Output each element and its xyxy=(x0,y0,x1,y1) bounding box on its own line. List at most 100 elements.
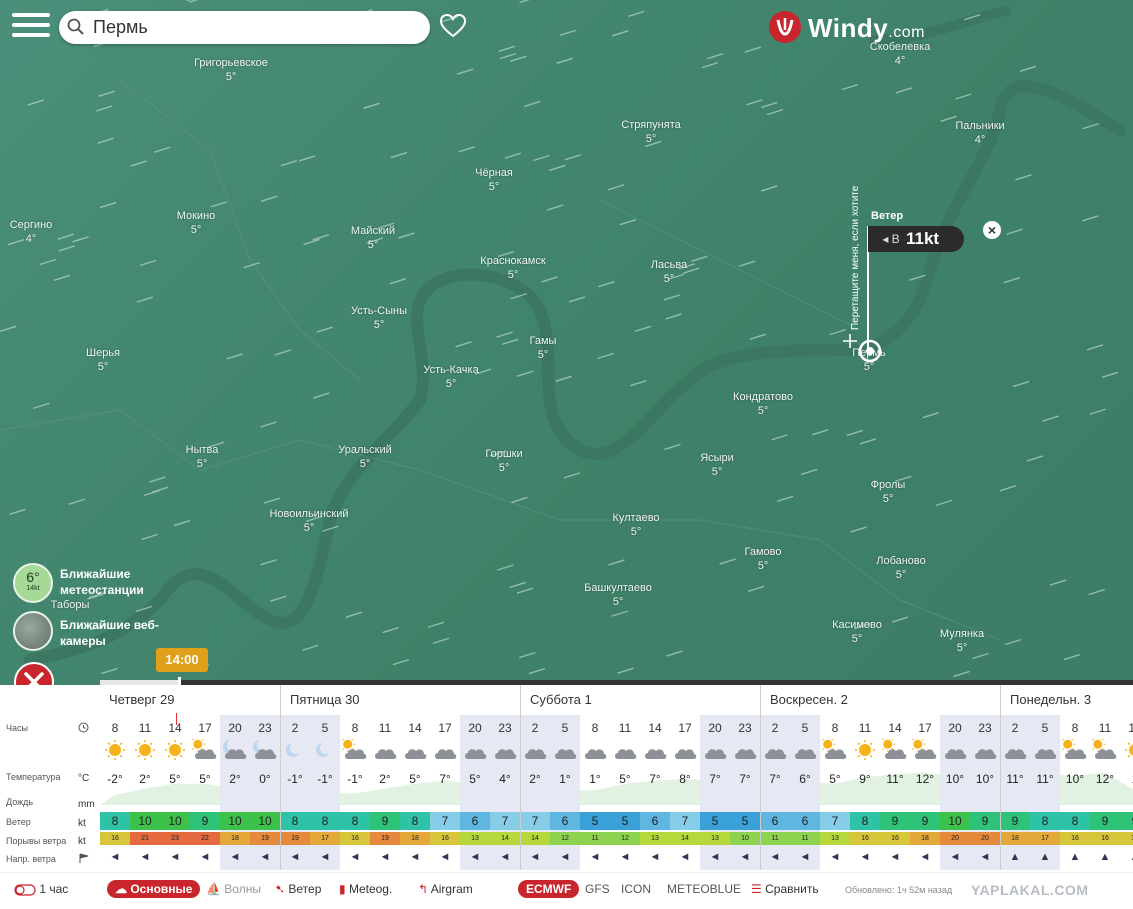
forecast-column[interactable]: 8 5° 7 13 ◄ xyxy=(820,715,850,870)
forecast-column[interactable]: 23 4° 7 14 ◄ xyxy=(490,715,520,870)
city-label[interactable]: Ясыри 5° xyxy=(700,451,734,479)
forecast-column[interactable]: 11 12° 9 16 ▲ xyxy=(1090,715,1120,870)
forecast-column[interactable]: 17 7° 7 16 ◄ xyxy=(430,715,460,870)
forecast-column[interactable]: 17 8° 7 14 ◄ xyxy=(670,715,700,870)
forecast-column[interactable]: 23 0° 10 19 ◄ xyxy=(250,715,280,870)
city-label[interactable]: Сергино 4° xyxy=(10,218,53,246)
forecast-column[interactable]: 2 7° 6 11 ◄ xyxy=(760,715,790,870)
model-ecmwf[interactable]: ECMWF xyxy=(518,880,580,898)
day-header[interactable]: Воскресен. 2 xyxy=(760,685,1000,715)
city-label[interactable]: Касимово 5° xyxy=(832,618,882,646)
unit-gusts[interactable]: kt xyxy=(78,836,86,847)
forecast-column[interactable]: 11 5° 5 12 ◄ xyxy=(610,715,640,870)
tab-airgram[interactable]: ↰ Airgram xyxy=(418,882,473,896)
tab-wind[interactable]: ➷ Ветер xyxy=(275,882,321,896)
city-label[interactable]: Мулянка 5° xyxy=(940,627,984,655)
city-label[interactable]: Фролы 5° xyxy=(871,478,906,506)
forecast-column[interactable]: 5 -1° 8 17 ◄ xyxy=(310,715,340,870)
model-gfs[interactable]: GFS xyxy=(585,882,610,896)
interval-toggle[interactable]: 1 час xyxy=(14,882,68,896)
windy-logo[interactable]: Windy.com xyxy=(768,10,924,44)
location-picker-icon[interactable] xyxy=(857,338,883,364)
forecast-grid[interactable]: 8 -2° 8 16 ◄ 11 2° 10 21 ◄ 14 5° 10 23 ◄ 17 5° 9 22 ◄ 20 2° 10… xyxy=(100,715,1133,870)
city-label[interactable]: Башкултаево 5° xyxy=(584,581,652,609)
forecast-column[interactable]: 5 11° 8 17 ▲ xyxy=(1030,715,1060,870)
city-label[interactable]: Горшки 5° xyxy=(485,447,522,475)
forecast-column[interactable]: 14 11° 9 16 ◄ xyxy=(880,715,910,870)
unit-wind[interactable]: kt xyxy=(78,818,86,829)
compare-button[interactable]: ☰ Сравнить xyxy=(751,882,819,896)
forecast-column[interactable]: 5 6° 6 11 ◄ xyxy=(790,715,820,870)
city-label[interactable]: Усть-Сыны 5° xyxy=(351,304,407,332)
forecast-column[interactable]: 23 7° 5 10 ◄ xyxy=(730,715,760,870)
favorite-heart-icon[interactable] xyxy=(440,14,466,38)
search-box[interactable] xyxy=(59,11,430,44)
close-forecast-button[interactable] xyxy=(14,662,54,685)
city-label[interactable]: Кондратово 5° xyxy=(733,390,793,418)
tab-basic[interactable]: ☁ Основные xyxy=(107,880,201,898)
city-label[interactable]: Чёрная 5° xyxy=(475,166,513,194)
forecast-column[interactable]: 5 1° 6 12 ◄ xyxy=(550,715,580,870)
forecast-column[interactable]: 23 10° 9 20 ◄ xyxy=(970,715,1000,870)
wind-popup[interactable]: ◂ В 11kt xyxy=(868,226,964,252)
city-label[interactable]: Гамы 5° xyxy=(530,334,557,362)
city-label[interactable]: Мокино 5° xyxy=(177,209,216,237)
city-label[interactable]: Гамово 5° xyxy=(745,545,782,573)
city-label[interactable]: Краснокамск 5° xyxy=(480,254,545,282)
city-label[interactable]: Скобелевка 4° xyxy=(870,40,930,68)
forecast-column[interactable]: 20 7° 5 13 ◄ xyxy=(700,715,730,870)
city-label[interactable]: Стряпунята 5° xyxy=(621,118,680,146)
city-label[interactable]: Уральский 5° xyxy=(338,443,391,471)
forecast-column[interactable]: 14 7° 6 13 ◄ xyxy=(640,715,670,870)
forecast-column[interactable]: 17 5° 9 22 ◄ xyxy=(190,715,220,870)
city-label[interactable]: Пальники 4° xyxy=(955,119,1004,147)
city-label[interactable]: Нытва 5° xyxy=(186,443,219,471)
tab-meteogram[interactable]: ▮ Meteog. xyxy=(339,882,392,896)
day-header[interactable]: Пятница 30 xyxy=(280,685,520,715)
forecast-column[interactable]: 17 12° 9 18 ◄ xyxy=(910,715,940,870)
forecast-column[interactable]: 8 10° 8 16 ▲ xyxy=(1060,715,1090,870)
model-icon[interactable]: ICON xyxy=(621,882,651,896)
webcam-button[interactable] xyxy=(13,611,53,651)
webcams-label[interactable]: Ближайшие веб-камеры xyxy=(60,617,159,649)
city-label[interactable]: Шерья 5° xyxy=(86,346,120,374)
day-header[interactable]: Четверг 29 xyxy=(100,685,280,715)
forecast-column[interactable]: 20 10° 10 20 ◄ xyxy=(940,715,970,870)
city-label[interactable]: Новоильинский 5° xyxy=(269,507,348,535)
unit-rain[interactable]: mm xyxy=(78,799,95,810)
stations-label[interactable]: Ближайшие метеостанции xyxy=(60,566,144,598)
forecast-column[interactable]: 14 5° 8 18 ◄ xyxy=(400,715,430,870)
city-label[interactable]: Усть-Качка 5° xyxy=(423,363,478,391)
move-icon[interactable] xyxy=(843,334,857,348)
forecast-column[interactable]: 2 2° 7 14 ◄ xyxy=(520,715,550,870)
city-label[interactable]: Култаево 5° xyxy=(612,511,659,539)
forecast-column[interactable]: 11 9° 8 16 ◄ xyxy=(850,715,880,870)
day-header[interactable]: Понедельн. 3 xyxy=(1000,685,1133,715)
city-label[interactable]: Таборы xyxy=(51,598,90,612)
city-label[interactable]: Григорьевское 5° xyxy=(194,56,268,84)
forecast-column[interactable]: 14 1 9 16 ▲ xyxy=(1120,715,1133,870)
close-picker-icon[interactable]: × xyxy=(983,221,1001,239)
time-badge[interactable]: 14:00 xyxy=(156,648,208,672)
city-label[interactable]: Лобаново 5° xyxy=(876,554,926,582)
forecast-column[interactable]: 2 -1° 8 19 ◄ xyxy=(280,715,310,870)
forecast-column[interactable]: 8 -1° 8 16 ◄ xyxy=(340,715,370,870)
weather-map[interactable]: Windy.com Григорьевское 5° Скобелевка 4° Стр… xyxy=(0,0,1133,685)
forecast-column[interactable]: 20 2° 10 18 ◄ xyxy=(220,715,250,870)
tab-waves[interactable]: ⛵ Волны xyxy=(206,882,261,896)
forecast-column[interactable]: 8 1° 5 11 ◄ xyxy=(580,715,610,870)
city-label[interactable]: Майский 5° xyxy=(351,224,395,252)
forecast-column[interactable]: 20 5° 6 13 ◄ xyxy=(460,715,490,870)
model-meteoblue[interactable]: METEOBLUE xyxy=(667,882,741,896)
forecast-column[interactable]: 11 2° 9 19 ◄ xyxy=(370,715,400,870)
search-input[interactable] xyxy=(91,11,415,44)
weather-station-button[interactable]: 6° 14kt xyxy=(13,563,53,603)
forecast-column[interactable]: 2 11° 9 18 ▲ xyxy=(1000,715,1030,870)
forecast-column[interactable]: 14 5° 10 23 ◄ xyxy=(160,715,190,870)
day-header[interactable]: Суббота 1 xyxy=(520,685,760,715)
forecast-column[interactable]: 11 2° 10 21 ◄ xyxy=(130,715,160,870)
timeline-handle[interactable] xyxy=(177,677,181,685)
menu-icon[interactable] xyxy=(12,13,50,43)
unit-temperature[interactable]: °C xyxy=(78,773,89,784)
forecast-column[interactable]: 8 -2° 8 16 ◄ xyxy=(100,715,130,870)
